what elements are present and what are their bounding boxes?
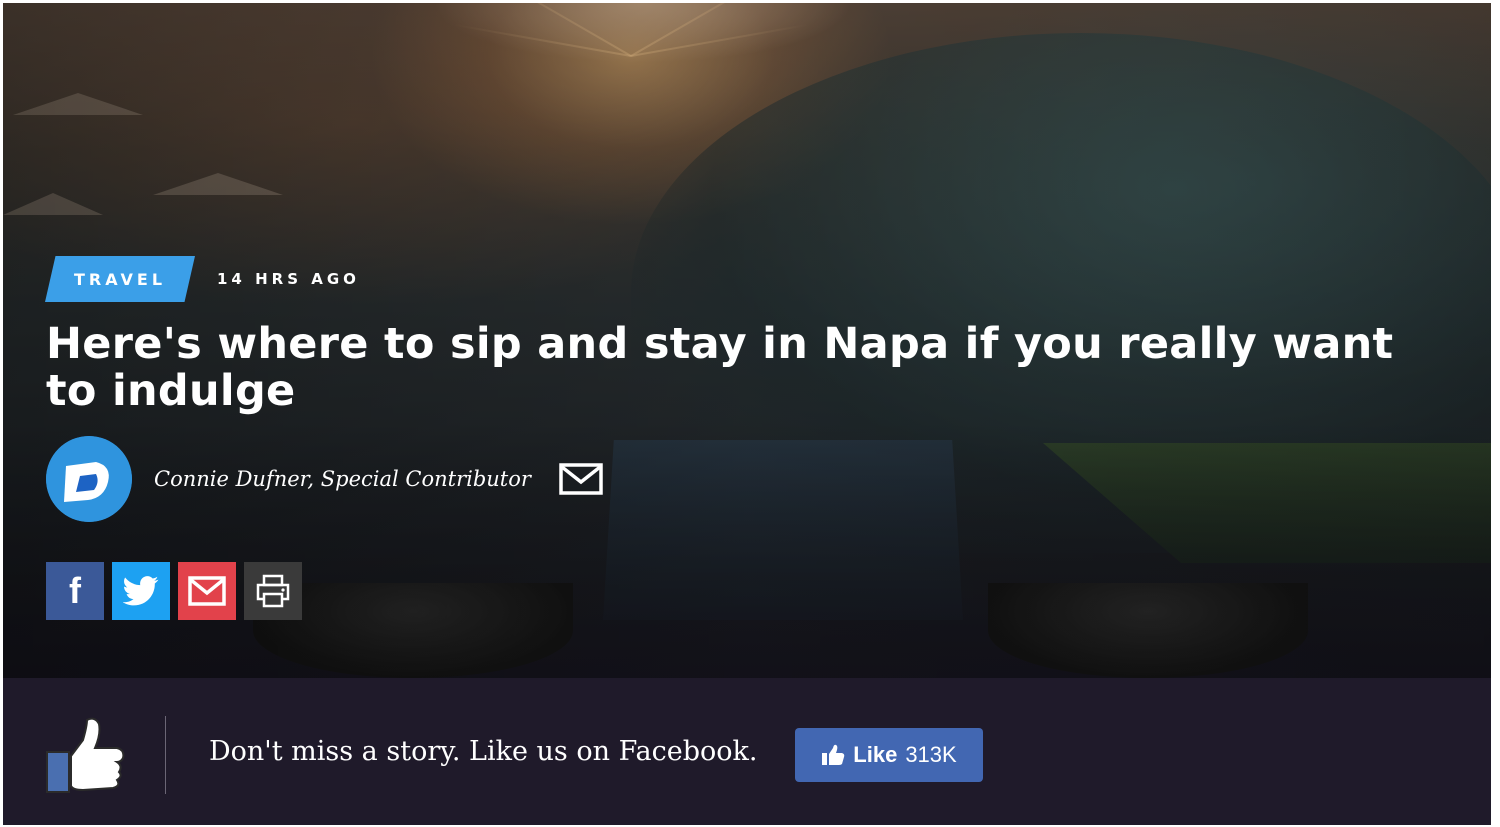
like-count: 313K xyxy=(905,742,957,767)
print-button[interactable] xyxy=(244,562,302,620)
mail-icon xyxy=(188,576,226,606)
article-headline: Here's where to sip and stay in Napa if … xyxy=(46,319,1394,416)
print-icon xyxy=(256,574,290,608)
category-tag[interactable]: TRAVEL xyxy=(45,256,195,302)
like-label: Like xyxy=(853,742,898,767)
article-meta: TRAVEL 14 HRS AGO xyxy=(45,256,360,302)
share-buttons: f xyxy=(46,562,302,620)
share-email-button[interactable] xyxy=(178,562,236,620)
article-page: TRAVEL 14 HRS AGO Here's where to sip an… xyxy=(3,3,1491,825)
byline: Connie Dufner, Special Contributor xyxy=(46,436,603,522)
timestamp: 14 HRS AGO xyxy=(217,270,360,288)
facebook-prompt-text: Don't miss a story. Like us on Facebook. xyxy=(209,736,758,767)
hero-image: TRAVEL 14 HRS AGO Here's where to sip an… xyxy=(3,3,1491,678)
facebook-like-button[interactable]: Like 313K xyxy=(795,728,983,782)
thumbs-up-icon xyxy=(46,717,125,793)
author-name[interactable]: Connie Dufner, Special Contributor xyxy=(154,467,531,491)
author-avatar[interactable] xyxy=(46,436,132,522)
like-thumb-icon xyxy=(822,744,845,765)
publisher-logo-icon xyxy=(46,436,132,522)
share-twitter-button[interactable] xyxy=(112,562,170,620)
facebook-promo-bar: Don't miss a story. Like us on Facebook.… xyxy=(3,678,1491,825)
email-author-icon[interactable] xyxy=(559,462,603,496)
share-facebook-button[interactable]: f xyxy=(46,562,104,620)
twitter-icon xyxy=(123,576,159,606)
divider xyxy=(165,716,166,794)
facebook-icon: f xyxy=(69,570,81,611)
